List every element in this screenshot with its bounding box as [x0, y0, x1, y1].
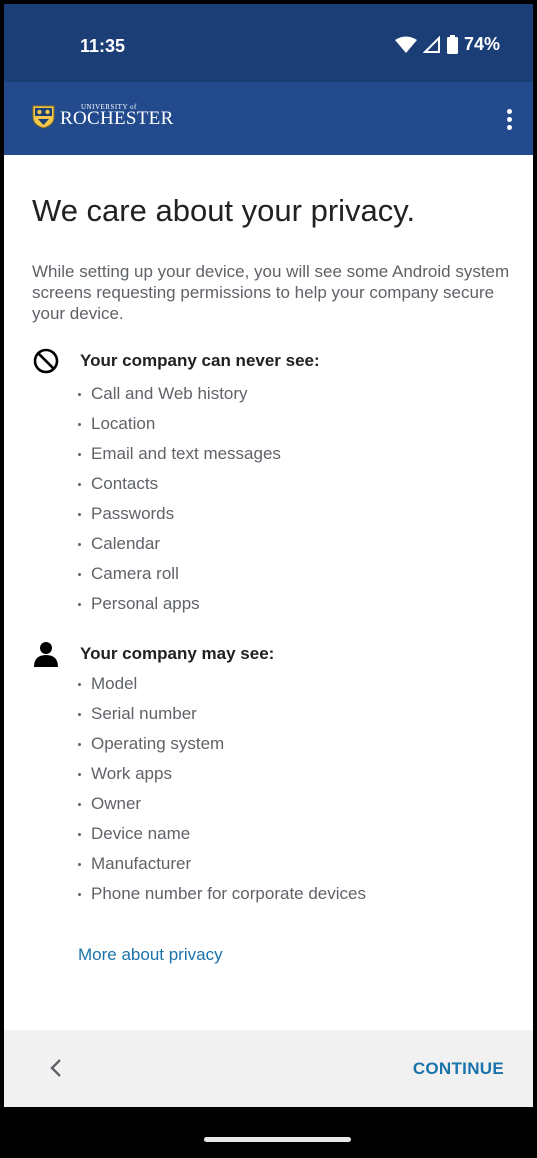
system-nav-bar	[4, 1107, 533, 1154]
list-item: Device name	[78, 819, 366, 849]
list-item: Operating system	[78, 729, 366, 759]
chevron-left-icon	[50, 1059, 61, 1077]
status-time: 11:35	[80, 36, 126, 56]
shield-crest-icon	[32, 105, 55, 129]
list-item: Call and Web history	[78, 379, 281, 409]
device-screen: 11:35 74% UNIVERSITY of ROCHESTER We car…	[0, 0, 537, 1158]
never-see-heading: Your company can never see:	[32, 347, 320, 375]
person-icon	[32, 640, 60, 668]
list-item: Calendar	[78, 529, 281, 559]
more-about-privacy-link[interactable]: More about privacy	[78, 945, 223, 965]
footer-bar: CONTINUE	[4, 1030, 533, 1107]
more-vert-dot	[506, 124, 512, 130]
cell-signal-icon	[422, 35, 440, 53]
wifi-icon	[394, 36, 417, 53]
list-item: Contacts	[78, 469, 281, 499]
home-gesture-handle[interactable]	[204, 1137, 351, 1142]
list-item: Phone number for corporate devices	[78, 879, 366, 909]
never-see-label: Your company can never see:	[80, 351, 320, 370]
list-item: Personal apps	[78, 589, 281, 619]
app-bar: UNIVERSITY of ROCHESTER	[4, 82, 533, 155]
back-button[interactable]	[42, 1054, 70, 1082]
university-logo: UNIVERSITY of ROCHESTER	[32, 102, 200, 132]
list-item: Serial number	[78, 699, 366, 729]
more-vert-dot	[506, 116, 512, 122]
list-item: Owner	[78, 789, 366, 819]
status-bar: 11:35 74%	[4, 4, 533, 82]
list-item: Location	[78, 409, 281, 439]
may-see-label: Your company may see:	[80, 644, 275, 663]
block-icon	[32, 347, 60, 375]
list-item: Model	[78, 669, 366, 699]
page-title: We care about your privacy.	[32, 193, 416, 228]
may-see-list: Model Serial number Operating system Wor…	[78, 669, 366, 909]
more-vert-icon	[506, 108, 512, 114]
intro-text: While setting up your device, you will s…	[32, 262, 510, 323]
list-item: Passwords	[78, 499, 281, 529]
continue-button[interactable]: CONTINUE	[413, 1059, 504, 1079]
list-item: Manufacturer	[78, 849, 366, 879]
battery-icon	[446, 35, 458, 54]
list-item: Email and text messages	[78, 439, 281, 469]
battery-percent: 74%	[463, 34, 500, 54]
list-item: Camera roll	[78, 559, 281, 589]
logo-rochester-text: ROCHESTER	[60, 108, 174, 129]
never-see-list: Call and Web history Location Email and …	[78, 379, 281, 619]
status-icons: 74%	[394, 34, 500, 55]
overflow-menu-button[interactable]	[493, 102, 525, 136]
list-item: Work apps	[78, 759, 366, 789]
may-see-heading: Your company may see:	[32, 640, 274, 668]
